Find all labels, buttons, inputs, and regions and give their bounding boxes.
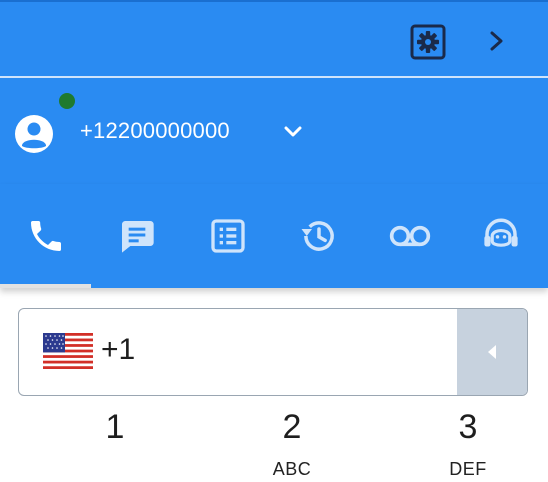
key-digit: 2: [282, 408, 302, 446]
presence-status-dot: [59, 93, 75, 109]
tab-history[interactable]: [273, 184, 364, 288]
headset-icon: [483, 218, 518, 247]
us-flag-icon[interactable]: [43, 333, 93, 369]
phone-icon: [30, 221, 61, 251]
tab-contacts[interactable]: [182, 184, 273, 288]
voicemail-icon: [389, 225, 430, 247]
phone-number-input[interactable]: +1: [18, 308, 528, 396]
key-letters: DEF: [449, 459, 487, 479]
tab-voicemail[interactable]: [364, 184, 455, 288]
country-code: +1: [101, 333, 136, 366]
backspace-button[interactable]: [457, 309, 527, 395]
account-phone-number[interactable]: +12200000000: [80, 118, 230, 144]
history-icon: [301, 221, 334, 251]
avatar-icon[interactable]: [14, 114, 54, 154]
key-digit: 1: [105, 408, 125, 446]
active-tab-indicator: [0, 284, 91, 288]
key-digit: 3: [458, 408, 478, 446]
tab-support[interactable]: [455, 184, 546, 288]
keypad-key-3[interactable]: 3 DEF: [428, 408, 508, 480]
tab-dialpad[interactable]: [0, 184, 91, 288]
contacts-list-icon: [210, 219, 245, 253]
tab-messages[interactable]: [91, 184, 182, 288]
caret-left-icon: [488, 345, 496, 359]
chevron-right-icon[interactable]: [486, 29, 508, 53]
message-icon: [121, 221, 154, 253]
key-letters: ABC: [272, 459, 312, 479]
top-bar: [0, 0, 548, 76]
chevron-down-icon[interactable]: [281, 121, 305, 143]
keypad-key-2[interactable]: 2 ABC: [252, 408, 332, 480]
settings-gear-icon[interactable]: [410, 24, 446, 60]
keypad-key-1[interactable]: 1: [75, 408, 155, 459]
